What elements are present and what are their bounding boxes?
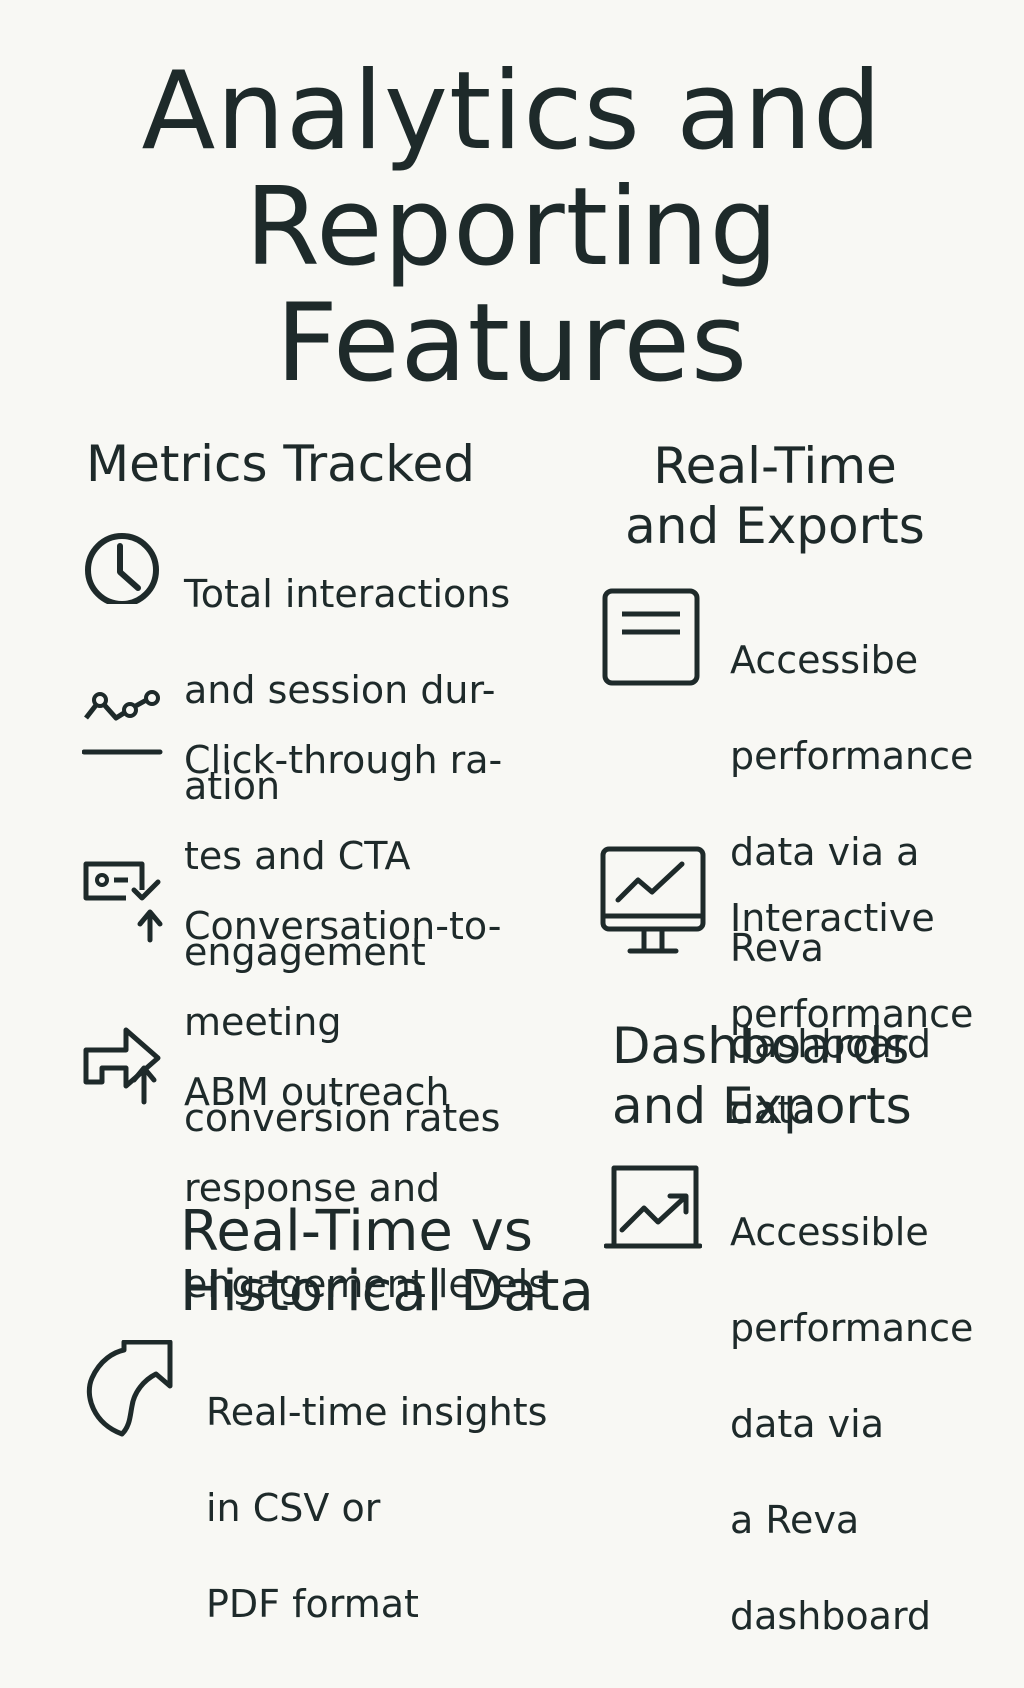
infographic-page: Analytics and Reporting Features Metrics… [0, 0, 1024, 1638]
dashboards-item-dashboard-access: Accessible performance data via a Reva d… [604, 1160, 973, 1688]
trend-line-icon [82, 688, 184, 760]
document-window-icon [602, 588, 730, 686]
metrics-tracked-heading: Metrics Tracked [86, 435, 475, 493]
dashboards-item-text: Accessible performance data via a Reva d… [730, 1210, 974, 1638]
ticket-check-icon [82, 854, 184, 946]
dashboards-exports-heading: Dashboards and Exports [612, 1017, 912, 1135]
page-title-line-1: Analytics and [141, 49, 883, 174]
chart-frame-icon [604, 1160, 730, 1252]
clock-icon [82, 522, 184, 604]
share-arrow-icon [82, 1020, 184, 1106]
historical-item-realtime-insights: Real-time insights in CSV or PDF format [82, 1340, 547, 1676]
page-title-line-2: Reporting [244, 165, 780, 290]
realtime-exports-heading: Real-Time and Exports [625, 437, 925, 555]
monitor-chart-icon [600, 846, 730, 956]
page-title-line-3: Features [275, 281, 749, 406]
historical-data-heading: Real-Time vs Historical Data [180, 1199, 594, 1324]
historical-item-text: Real-time insights in CSV or PDF format [206, 1390, 548, 1626]
page-title: Analytics and Reporting Features [0, 54, 1024, 402]
curved-arrow-icon [82, 1340, 206, 1438]
